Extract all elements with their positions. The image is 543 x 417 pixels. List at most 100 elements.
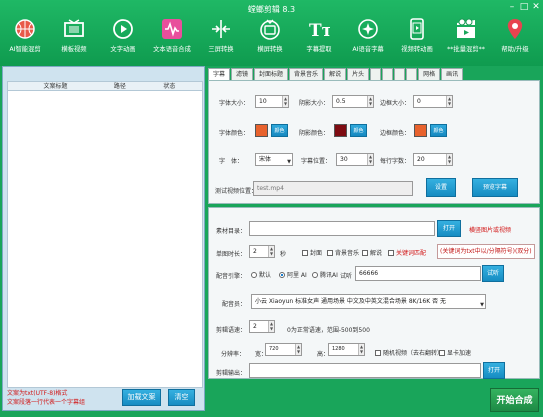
random-video-checkbox[interactable]: 随机视频（去右翻转） [375,348,443,357]
duration-spinner[interactable]: 2 ▲ ▼ [249,245,275,258]
settings-tab[interactable] [382,68,394,80]
spinner-arrows-icon[interactable]: ▲ ▼ [358,344,364,355]
toolbar-button[interactable]: 三屏转换 [196,17,246,53]
voice-value: 小云 Xiaoyun 标准女声 通用场景 中文及中英文混合场景 8K/16K 否… [255,298,446,305]
material-dir-input[interactable] [249,221,435,236]
cover-checkbox[interactable]: 封面 [302,248,322,257]
settings-button[interactable]: 设置 [426,178,456,197]
listen-button[interactable]: 试听 [482,265,504,282]
format-notes: 文案为txt(UTF-8)格式 文案段落一行代表一个字幕组 [7,389,85,407]
spinner-arrows-icon[interactable]: ▲ ▼ [446,96,452,107]
settings-tab[interactable]: 字幕 [208,68,231,80]
toolbar-button[interactable]: AI智能混剪 [0,17,50,53]
narration-checkbox[interactable]: 解说 [362,248,382,257]
border-size-label: 边框大小： [380,100,411,107]
col-path-header: 路径 [113,83,126,90]
resolution-label: 分辨率： [221,351,246,358]
settings-tab[interactable]: 网格 [418,68,441,80]
toolbar-button[interactable]: 横屏转换 [245,17,295,53]
shadow-size-label: 阴影大小： [299,100,330,107]
spinner-arrows-icon[interactable]: ▲ ▼ [367,154,373,165]
start-synthesis-button[interactable]: 开始合成 [490,388,539,412]
spinner-arrows-icon[interactable]: ▲ ▼ [367,96,373,107]
spinner-arrows-icon[interactable]: ▲ ▼ [268,321,274,332]
voice-select[interactable]: 小云 Xiaoyun 标准女声 通用场景 中文及中英文混合场景 8K/16K 否… [251,294,486,309]
settings-tab[interactable] [370,68,382,80]
toolbar-button[interactable]: Tт 字幕提取 [294,17,344,53]
shadow-color-button[interactable]: 颜色 [350,124,367,137]
settings-tab[interactable]: 解说 [324,68,347,80]
chars-per-line-label: 每行字数： [380,158,411,165]
bgm-checkbox[interactable]: 背景音乐 [327,248,359,257]
preview-subtitle-button[interactable]: 预览字幕 [472,178,518,197]
subtitle-position-spinner[interactable]: 30 ▲ ▼ [336,153,374,166]
subtitle-position-value: 30 [340,156,348,163]
script-list[interactable] [7,91,203,388]
gpu-accel-checkbox[interactable]: 显卡加速 [439,348,471,357]
toolbar-button[interactable]: AI语音字幕 [343,17,393,53]
output-dir-input[interactable] [249,363,481,378]
toolbar-button[interactable]: 文字动画 [98,17,148,53]
duration-value: 2 [253,248,257,255]
compose-panel: 素材目录： 打开 横竖图片或视频 单图时长： 2 ▲ ▼ 秒 封面 背景音乐 解说 … [208,207,540,379]
width-spinner[interactable]: 720 ▲ ▼ [265,343,302,356]
rate-value: 2 [253,323,257,330]
film-frame-icon [62,17,86,41]
close-button[interactable]: ✕ [530,2,542,13]
load-script-button[interactable]: 加载文案 [122,389,161,406]
radio-selected-icon [279,272,285,278]
border-color-button[interactable]: 颜色 [430,124,447,137]
minimize-button[interactable]: – [506,2,518,13]
border-size-spinner[interactable]: 0 ▲ ▼ [413,95,453,108]
toolbar-button[interactable]: 横板视频 [49,17,99,53]
test-text-input[interactable]: 66666 [355,266,481,281]
toolbar-button[interactable]: **批量混剪** [441,17,491,53]
height-spinner[interactable]: 1280 ▲ ▼ [328,343,365,356]
toolbar-button[interactable]: 视频转动画 [392,17,442,53]
test-video-path[interactable]: test.mp4 [253,181,413,196]
subtitle-style-panel: 字体大小： 10 ▲ ▼ 阴影大小： 0.5 ▲ ▼ 边框大小： 0 ▲ ▼ 字体颜色： 颜… [208,80,540,204]
font-size-spinner[interactable]: 10 ▲ ▼ [255,95,289,108]
shadow-color-label: 阴影颜色： [299,130,330,137]
shadow-size-spinner[interactable]: 0.5 ▲ ▼ [332,95,374,108]
clear-button[interactable]: 清空 [168,389,195,406]
script-list-panel: 文案标题 路径 状态 文案为txt(UTF-8)格式 文案段落一行代表一个字幕组… [2,66,205,411]
open-material-button[interactable]: 打开 [437,220,461,237]
maximize-button[interactable]: □ [518,2,530,13]
col-title-header: 文案标题 [43,83,68,90]
font-select[interactable]: 宋体 ▼ [255,153,293,166]
dub-tencent-label: 腾讯AI [320,272,338,279]
settings-tab[interactable]: 封面标题 [254,68,289,80]
settings-tab[interactable]: 滤镜 [231,68,254,80]
open-output-button[interactable]: 打开 [483,362,505,379]
gpu-accel-label: 显卡加速 [447,350,472,357]
dub-ali-radio[interactable]: 阿里 AI [279,270,307,279]
settings-tab[interactable]: 背景音乐 [289,68,324,80]
toolbar-button[interactable]: 帮助/升级 [490,17,540,53]
toolbar-label: 视频转动画 [401,46,433,53]
dub-tencent-radio[interactable]: 腾讯AI [312,270,338,279]
settings-tab[interactable]: 片头 [347,68,370,80]
settings-tab[interactable] [394,68,406,80]
spinner-arrows-icon[interactable]: ▲ ▼ [268,246,274,257]
toolbar-button[interactable]: 文本语音合成 [147,17,197,53]
test-video-label: 测试视频位置： [215,188,258,195]
dub-default-radio[interactable]: 默认 [251,270,271,279]
toolbar-label: 帮助/升级 [501,46,529,53]
dub-ali-label: 阿里 AI [287,272,307,279]
tv-icon [258,17,282,41]
keyword-note: (关键词为txt中以/分隔符号)(双分) [437,244,535,259]
settings-tab[interactable] [406,68,418,80]
font-color-button[interactable]: 颜色 [271,124,288,137]
keyword-match-checkbox[interactable]: 关键词匹配 [388,248,426,257]
spinner-arrows-icon[interactable]: ▲ ▼ [295,344,301,355]
spinner-arrows-icon[interactable]: ▲ ▼ [446,154,452,165]
window-title: 螳螂剪辑 8.3 [247,5,296,14]
spinner-arrows-icon[interactable]: ▲ ▼ [282,96,288,107]
material-dir-label: 素材目录： [216,228,247,235]
radio-icon [251,272,257,278]
chars-per-line-spinner[interactable]: 20 ▲ ▼ [413,153,453,166]
settings-tab[interactable]: 画讯 [441,68,464,80]
checkbox-box-icon [302,250,308,256]
rate-spinner[interactable]: 2 ▲ ▼ [249,320,275,333]
